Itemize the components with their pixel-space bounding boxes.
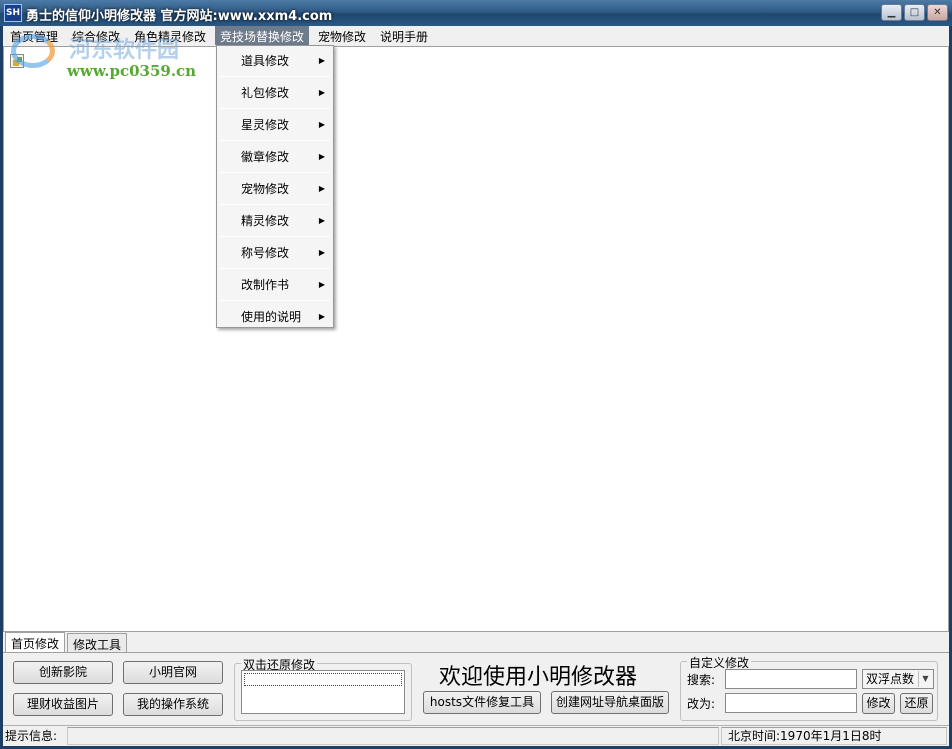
cinema-button[interactable]: 创新影院 bbox=[13, 661, 113, 684]
menu-separator bbox=[220, 76, 330, 77]
menu-arena[interactable]: 竞技场替换修改 bbox=[215, 26, 310, 45]
menu-separator bbox=[220, 172, 330, 173]
dropdown-item-star[interactable]: 星灵修改 ▶ bbox=[219, 110, 331, 140]
dropdown-item-usage[interactable]: 使用的说明 ▶ bbox=[219, 302, 331, 332]
submenu-arrow-icon: ▶ bbox=[318, 88, 325, 97]
submenu-arrow-icon: ▶ bbox=[318, 248, 325, 257]
create-nav-desktop-button[interactable]: 创建网址导航桌面版 bbox=[551, 691, 669, 714]
chevron-down-icon: ▼ bbox=[918, 671, 932, 687]
menu-separator bbox=[220, 268, 330, 269]
maximize-button[interactable]: □ bbox=[904, 4, 925, 21]
menu-manual[interactable]: 说明手册 bbox=[375, 26, 433, 45]
dropdown-item-craftbook[interactable]: 改制作书 ▶ bbox=[219, 270, 331, 300]
dropdown-item-pet[interactable]: 宠物修改 ▶ bbox=[219, 174, 331, 204]
menu-home[interactable]: 首页管理 bbox=[5, 26, 63, 45]
hint-text bbox=[67, 727, 719, 745]
value-type-select[interactable]: 双浮点数 ▼ bbox=[862, 669, 934, 689]
welcome-text: 欢迎使用小明修改器 bbox=[439, 665, 638, 690]
menu-bar: 首页管理 综合修改 角色精灵修改 竞技场替换修改 宠物修改 说明手册 bbox=[3, 26, 949, 45]
dropdown-item-props[interactable]: 道具修改 ▶ bbox=[219, 46, 331, 76]
menu-separator bbox=[220, 300, 330, 301]
menu-pet[interactable]: 宠物修改 bbox=[313, 26, 371, 45]
menu-separator bbox=[220, 108, 330, 109]
submenu-arrow-icon: ▶ bbox=[318, 216, 325, 225]
dropdown-item-gift[interactable]: 礼包修改 ▶ bbox=[219, 78, 331, 108]
dropdown-item-label: 道具修改 bbox=[241, 54, 290, 68]
restore-listbox[interactable] bbox=[241, 670, 405, 714]
dropdown-item-label: 星灵修改 bbox=[241, 118, 290, 132]
minimize-button[interactable]: ▁ bbox=[881, 4, 902, 21]
app-icon: SH bbox=[4, 4, 22, 22]
list-focus-row bbox=[244, 673, 402, 686]
search-input[interactable] bbox=[725, 669, 857, 689]
dropdown-item-label: 使用的说明 bbox=[241, 310, 302, 324]
tab-home-modify[interactable]: 首页修改 bbox=[5, 632, 66, 654]
submenu-arrow-icon: ▶ bbox=[318, 152, 325, 161]
submenu-arrow-icon: ▶ bbox=[318, 280, 325, 289]
dropdown-item-label: 徽章修改 bbox=[241, 150, 290, 164]
hint-label: 提示信息: bbox=[5, 729, 58, 743]
submenu-arrow-icon: ▶ bbox=[318, 312, 325, 321]
my-os-button[interactable]: 我的操作系统 bbox=[123, 693, 223, 716]
dropdown-item-label: 改制作书 bbox=[241, 278, 290, 292]
search-label: 搜索: bbox=[687, 673, 716, 687]
dropdown-item-label: 称号修改 bbox=[241, 246, 290, 260]
value-type-selected: 双浮点数 bbox=[866, 672, 915, 686]
tree-node-icon[interactable] bbox=[10, 54, 24, 68]
submenu-arrow-icon: ▶ bbox=[318, 120, 325, 129]
bottom-tabs: 首页修改 修改工具 bbox=[3, 632, 949, 654]
menu-separator bbox=[220, 140, 330, 141]
submenu-arrow-icon: ▶ bbox=[318, 56, 325, 65]
modify-button[interactable]: 修改 bbox=[862, 693, 895, 714]
window-controls: ▁ □ ✕ bbox=[881, 4, 948, 21]
hosts-repair-button[interactable]: hosts文件修复工具 bbox=[423, 691, 541, 714]
replace-input[interactable] bbox=[725, 693, 857, 713]
beijing-time: 北京时间:1970年1月1日8时 bbox=[721, 727, 947, 745]
dropdown-item-label: 宠物修改 bbox=[241, 182, 290, 196]
close-button[interactable]: ✕ bbox=[927, 4, 948, 21]
status-bar: 提示信息: 北京时间:1970年1月1日8时 bbox=[3, 725, 949, 746]
menu-character[interactable]: 角色精灵修改 bbox=[129, 26, 211, 45]
restore-groupbox: 双击还原修改 bbox=[234, 656, 412, 721]
tool-panel: 创新影院 小明官网 理财收益图片 我的操作系统 双击还原修改 欢迎使用小明修改器… bbox=[3, 652, 949, 724]
dropdown-item-label: 礼包修改 bbox=[241, 86, 290, 100]
restore-button[interactable]: 还原 bbox=[900, 693, 933, 714]
official-site-button[interactable]: 小明官网 bbox=[123, 661, 223, 684]
dropdown-item-title[interactable]: 称号修改 ▶ bbox=[219, 238, 331, 268]
arena-dropdown-menu: 道具修改 ▶ 礼包修改 ▶ 星灵修改 ▶ 徽章修改 ▶ 宠物修改 ▶ 精灵修改 ▶ 称号修改… bbox=[216, 45, 334, 328]
dropdown-item-badge[interactable]: 徽章修改 ▶ bbox=[219, 142, 331, 172]
menu-general[interactable]: 综合修改 bbox=[67, 26, 125, 45]
dropdown-item-spirit[interactable]: 精灵修改 ▶ bbox=[219, 206, 331, 236]
main-content-area bbox=[3, 46, 949, 632]
window-title: 勇士的信仰小明修改器 官方网站:www.xxm4.com bbox=[26, 9, 333, 24]
dropdown-item-label: 精灵修改 bbox=[241, 214, 290, 228]
submenu-arrow-icon: ▶ bbox=[318, 184, 325, 193]
window-client: 首页管理 综合修改 角色精灵修改 竞技场替换修改 宠物修改 说明手册 河东软件园… bbox=[3, 26, 949, 746]
menu-separator bbox=[220, 204, 330, 205]
menu-separator bbox=[220, 236, 330, 237]
finance-image-button[interactable]: 理财收益图片 bbox=[13, 693, 113, 716]
tab-modify-tools[interactable]: 修改工具 bbox=[67, 633, 128, 653]
title-bar: SH 勇士的信仰小明修改器 官方网站:www.xxm4.com ▁ □ ✕ bbox=[0, 0, 952, 26]
replace-label: 改为: bbox=[687, 697, 716, 711]
